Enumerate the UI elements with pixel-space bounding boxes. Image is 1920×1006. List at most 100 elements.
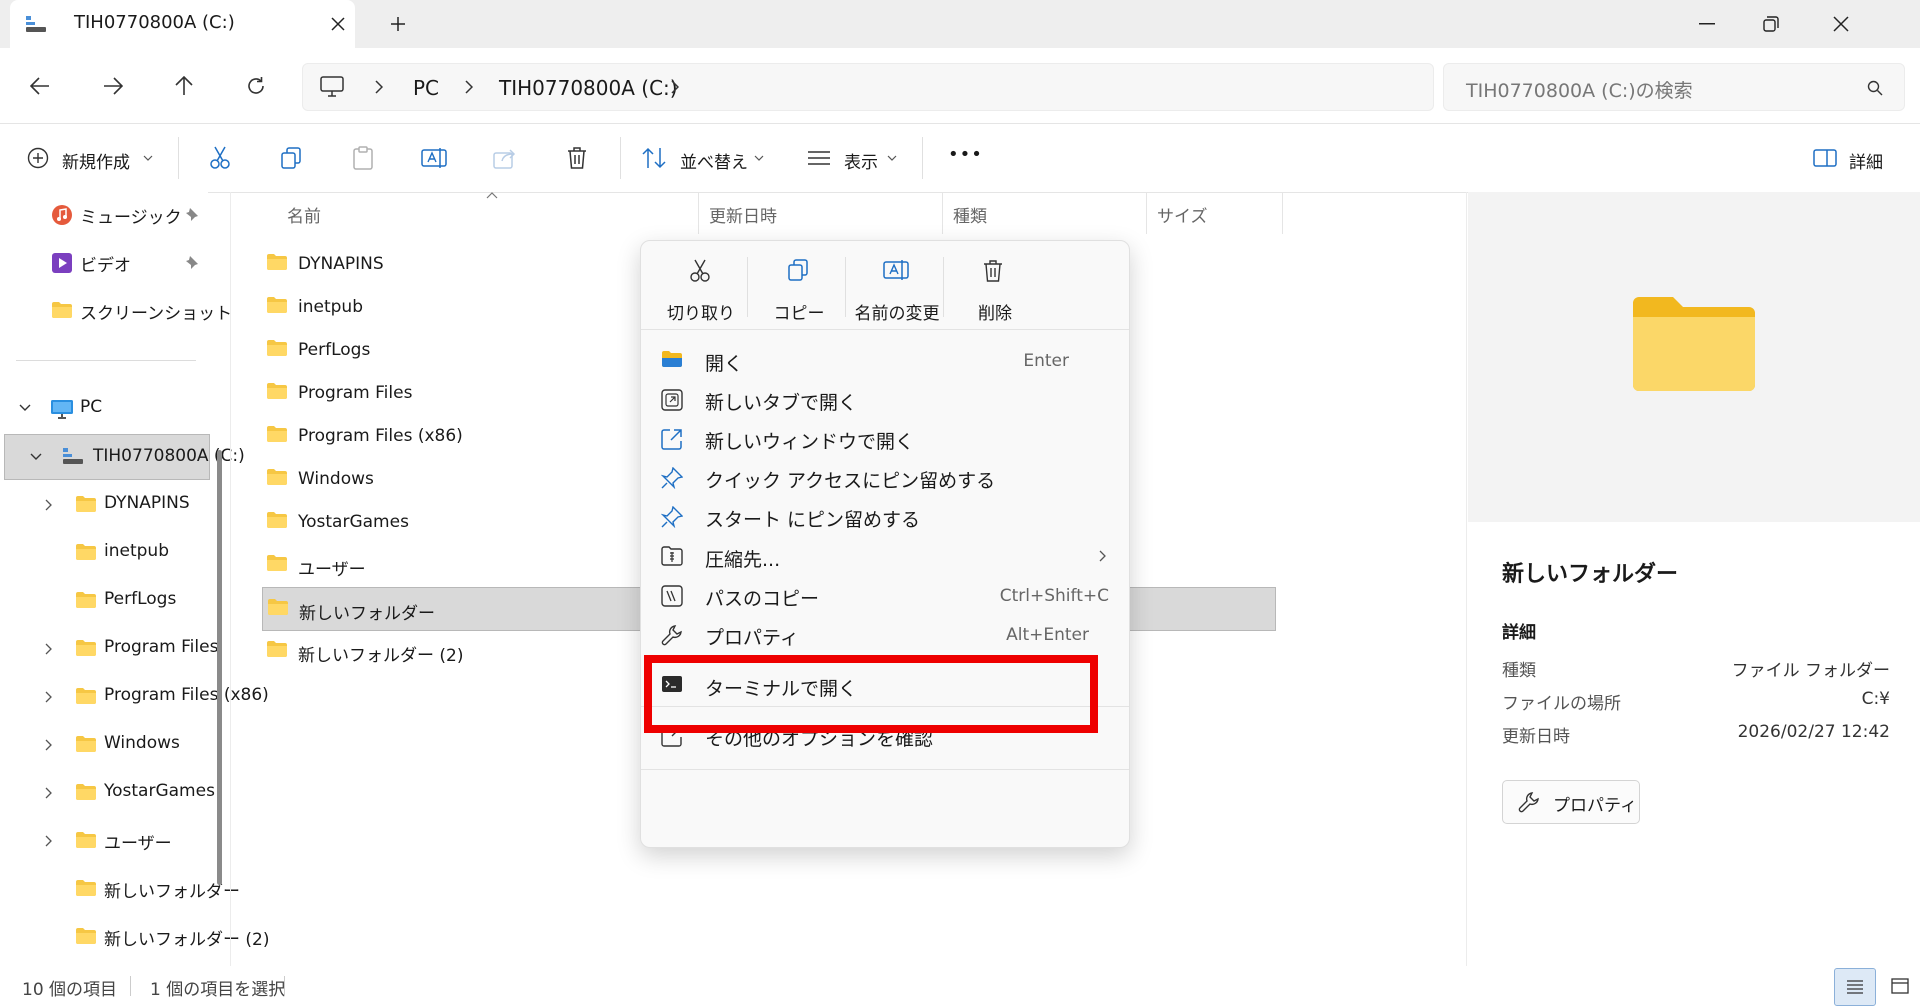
chevron-right-icon[interactable] — [44, 786, 54, 800]
sidebar-item-pc[interactable]: PC — [0, 386, 208, 430]
search-icon[interactable] — [1864, 77, 1886, 99]
highlight-box — [644, 655, 1098, 733]
close-window-button[interactable] — [1827, 10, 1855, 38]
pin-icon[interactable] — [184, 206, 200, 222]
sidebar-item-video[interactable]: ビデオ — [0, 240, 208, 284]
video-icon — [50, 251, 74, 275]
file-name: YostarGames — [298, 512, 409, 532]
refresh-button[interactable] — [242, 72, 270, 100]
cut-button[interactable] — [206, 144, 234, 172]
delete-button[interactable] — [563, 144, 591, 172]
sidebar-item-folder[interactable]: DYNAPINS — [0, 482, 208, 526]
sidebar-item-folder[interactable]: PerfLogs — [0, 578, 208, 622]
folder-icon — [74, 494, 98, 514]
sidebar-divider — [16, 360, 196, 361]
sidebar-item-folder[interactable]: inetpub — [0, 530, 208, 574]
tiles-view-toggle[interactable] — [1882, 968, 1918, 1004]
view-button[interactable]: 表示 — [844, 148, 878, 173]
menu-item-shortcut: Enter — [1023, 351, 1069, 371]
sidebar-item-folder[interactable]: Program Files — [0, 626, 218, 670]
new-window-icon — [661, 428, 683, 450]
sidebar-item-screenshots[interactable]: スクリーンショット — [0, 288, 232, 332]
chevron-down-icon[interactable] — [18, 402, 32, 414]
sidebar-item-label: ユーザー — [104, 834, 172, 854]
sidebar-item-music[interactable]: ミュージック — [0, 192, 208, 236]
sidebar-item-folder[interactable]: YostarGames — [0, 770, 215, 814]
computer-icon — [319, 74, 345, 100]
chevron-right-icon[interactable] — [667, 78, 683, 96]
search-input[interactable]: TIH0770800A (C:)の検索 — [1466, 76, 1693, 103]
sidebar-item-folder[interactable]: Windows — [0, 722, 208, 766]
chevron-down-icon[interactable] — [29, 451, 43, 463]
new-plus-icon[interactable] — [26, 146, 50, 170]
paste-button[interactable] — [349, 144, 377, 172]
properties-button[interactable]: プロパティ — [1502, 780, 1640, 824]
breadcrumb-drive[interactable]: TIH0770800A (C:) — [499, 76, 678, 100]
quick-action-label: 削除 — [978, 304, 1012, 324]
cut-icon — [689, 259, 711, 283]
sort-icon[interactable] — [640, 145, 668, 171]
back-button[interactable] — [26, 72, 54, 100]
chevron-right-icon[interactable] — [44, 834, 54, 848]
chevron-right-icon[interactable] — [371, 78, 387, 96]
menu-item-label: 新しいタブで開く — [705, 392, 858, 414]
chevron-right-icon[interactable] — [461, 78, 477, 96]
sidebar-item-label: TIH0770800A (C:) — [93, 446, 245, 466]
chevron-right-icon — [1099, 550, 1107, 562]
folder-icon — [74, 926, 98, 946]
context-copy-button[interactable]: コピー — [751, 249, 847, 324]
breadcrumb-pc[interactable]: PC — [413, 76, 439, 100]
chevron-right-icon[interactable] — [44, 690, 54, 704]
chevron-down-icon[interactable] — [753, 152, 765, 164]
chevron-right-icon[interactable] — [44, 642, 54, 656]
chevron-down-icon[interactable] — [142, 152, 154, 164]
sidebar-scrollbar[interactable] — [217, 450, 222, 885]
new-button[interactable]: 新規作成 — [62, 148, 130, 173]
context-cut-button[interactable]: 切り取り — [653, 249, 749, 324]
chevron-down-icon[interactable] — [886, 152, 898, 164]
folder-icon — [74, 830, 98, 850]
column-header-modified[interactable]: 更新日時 — [709, 202, 777, 227]
sidebar-item-folder[interactable]: 新しいフォルダー (2) — [0, 914, 269, 958]
pin-icon — [661, 506, 683, 528]
restore-button[interactable] — [1757, 10, 1785, 38]
chevron-right-icon[interactable] — [44, 498, 54, 512]
up-button[interactable] — [170, 72, 198, 100]
address-bar[interactable]: PC TIH0770800A (C:) — [302, 63, 1434, 111]
rename-button[interactable] — [420, 144, 448, 172]
file-name: Program Files (x86) — [298, 426, 463, 446]
search-box[interactable]: TIH0770800A (C:)の検索 — [1443, 63, 1905, 111]
forward-button[interactable] — [99, 72, 127, 100]
details-title: 新しいフォルダー — [1502, 562, 1679, 587]
tab-active[interactable]: TIH0770800A (C:) — [10, 0, 355, 48]
chevron-right-icon[interactable] — [44, 738, 54, 752]
sidebar-item-folder[interactable]: 新しいフォルダー — [0, 866, 240, 910]
drive-icon — [24, 12, 48, 36]
share-button[interactable] — [491, 144, 519, 172]
folder-icon — [74, 782, 98, 802]
details-view-toggle[interactable] — [1834, 968, 1876, 1006]
new-tab-button[interactable] — [386, 12, 410, 36]
more-button[interactable]: ••• — [948, 144, 983, 165]
column-header-name[interactable]: 名前 — [287, 202, 321, 227]
view-icon[interactable] — [806, 146, 832, 170]
sort-button[interactable]: 並べ替え — [680, 148, 748, 173]
sidebar-item-drive[interactable]: TIH0770800A (C:) — [4, 434, 245, 480]
file-name: 新しいフォルダー (2) — [298, 646, 464, 666]
column-header-type[interactable]: 種類 — [953, 202, 987, 227]
context-menu-item[interactable]: プロパティ Alt+Enter — [641, 612, 1129, 658]
pin-icon[interactable] — [184, 254, 200, 270]
sidebar-item-folder[interactable]: Program Files (x86) — [0, 674, 269, 718]
context-rename-button[interactable]: 名前の変更 — [849, 249, 945, 324]
file-name: Windows — [298, 469, 374, 489]
copy-button[interactable] — [277, 144, 305, 172]
context-delete-button[interactable]: 削除 — [947, 249, 1043, 324]
sidebar-item-folder[interactable]: ユーザー — [0, 818, 208, 862]
close-tab-icon[interactable] — [326, 12, 350, 36]
details-button[interactable]: 詳細 — [1849, 148, 1883, 173]
minimize-button[interactable] — [1693, 10, 1721, 38]
details-pane-icon[interactable] — [1812, 146, 1838, 170]
tab-title: TIH0770800A (C:) — [74, 12, 235, 33]
status-bar: 10 個の項目 1 個の項目を選択 — [0, 966, 1920, 1006]
column-header-size[interactable]: サイズ — [1157, 202, 1208, 227]
